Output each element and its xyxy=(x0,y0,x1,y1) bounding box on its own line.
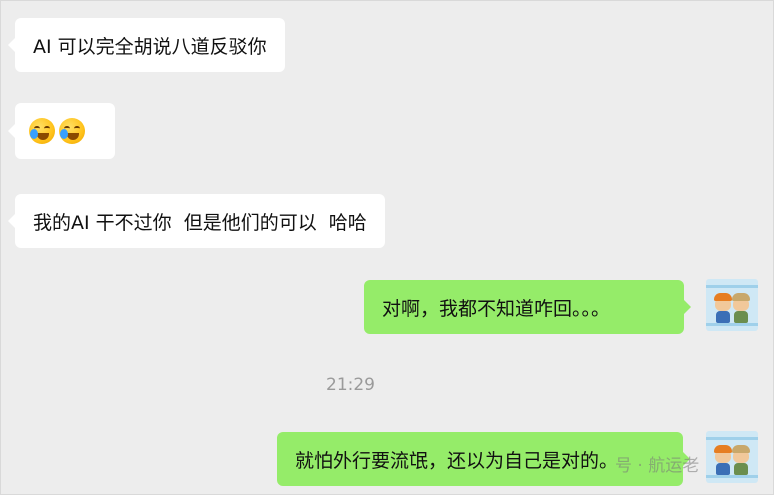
message-text: AI 可以完全胡说八道反驳你 xyxy=(33,35,267,58)
laugh-cry-emoji-icon xyxy=(59,118,85,144)
emoji-message-bubble[interactable] xyxy=(8,103,115,159)
message-text: 我的AI 干不过你 但是他们的可以 哈哈 xyxy=(33,211,367,234)
self-avatar[interactable] xyxy=(706,431,758,483)
watermark-text: 号 · 航运老 xyxy=(615,456,700,476)
message-text: 就怕外行要流氓，还以为自己是对的。 xyxy=(295,449,619,472)
message-bubble-incoming[interactable]: 我的AI 干不过你 但是他们的可以 哈哈 xyxy=(8,194,385,248)
message-text: 对啊，我都不知道咋回。。。 xyxy=(382,297,611,320)
self-avatar[interactable] xyxy=(706,279,758,331)
message-bubble-outgoing[interactable]: 对啊，我都不知道咋回。。。 xyxy=(364,280,691,334)
laugh-cry-emoji-icon xyxy=(29,118,55,144)
message-bubble-incoming[interactable]: AI 可以完全胡说八道反驳你 xyxy=(8,18,285,72)
timestamp: 21:29 xyxy=(326,375,375,395)
chat-window: AI 可以完全胡说八道反驳你 我的AI 干不过你 但是他们的可以 哈哈 对啊，我… xyxy=(0,0,774,495)
